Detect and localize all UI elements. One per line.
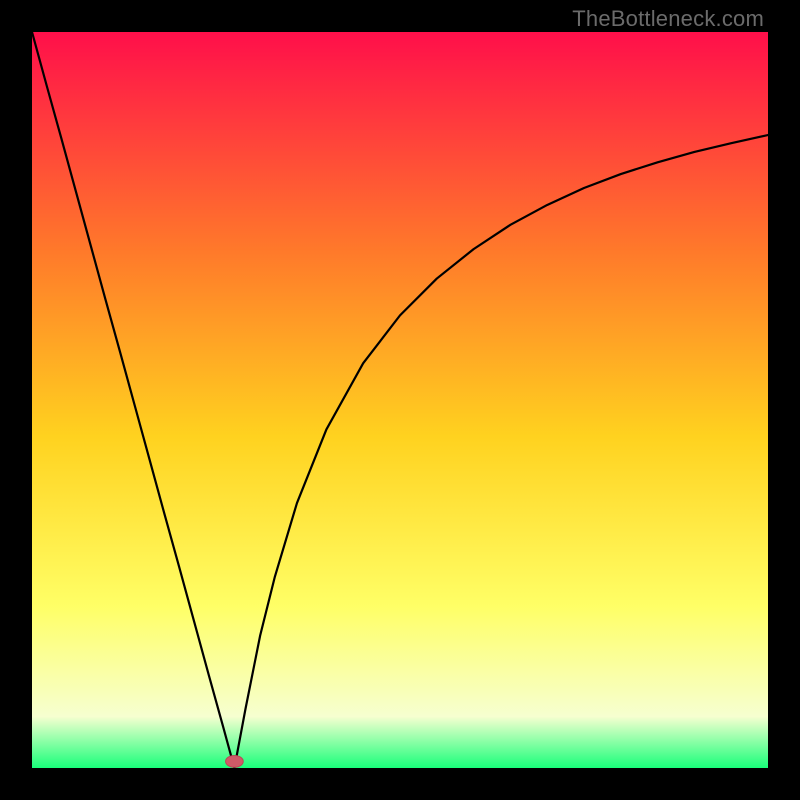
gradient-background bbox=[32, 32, 768, 768]
chart-frame: TheBottleneck.com bbox=[0, 0, 800, 800]
plot-area bbox=[32, 32, 768, 768]
optimum-marker bbox=[226, 755, 244, 767]
watermark-text: TheBottleneck.com bbox=[572, 6, 764, 32]
chart-svg bbox=[32, 32, 768, 768]
